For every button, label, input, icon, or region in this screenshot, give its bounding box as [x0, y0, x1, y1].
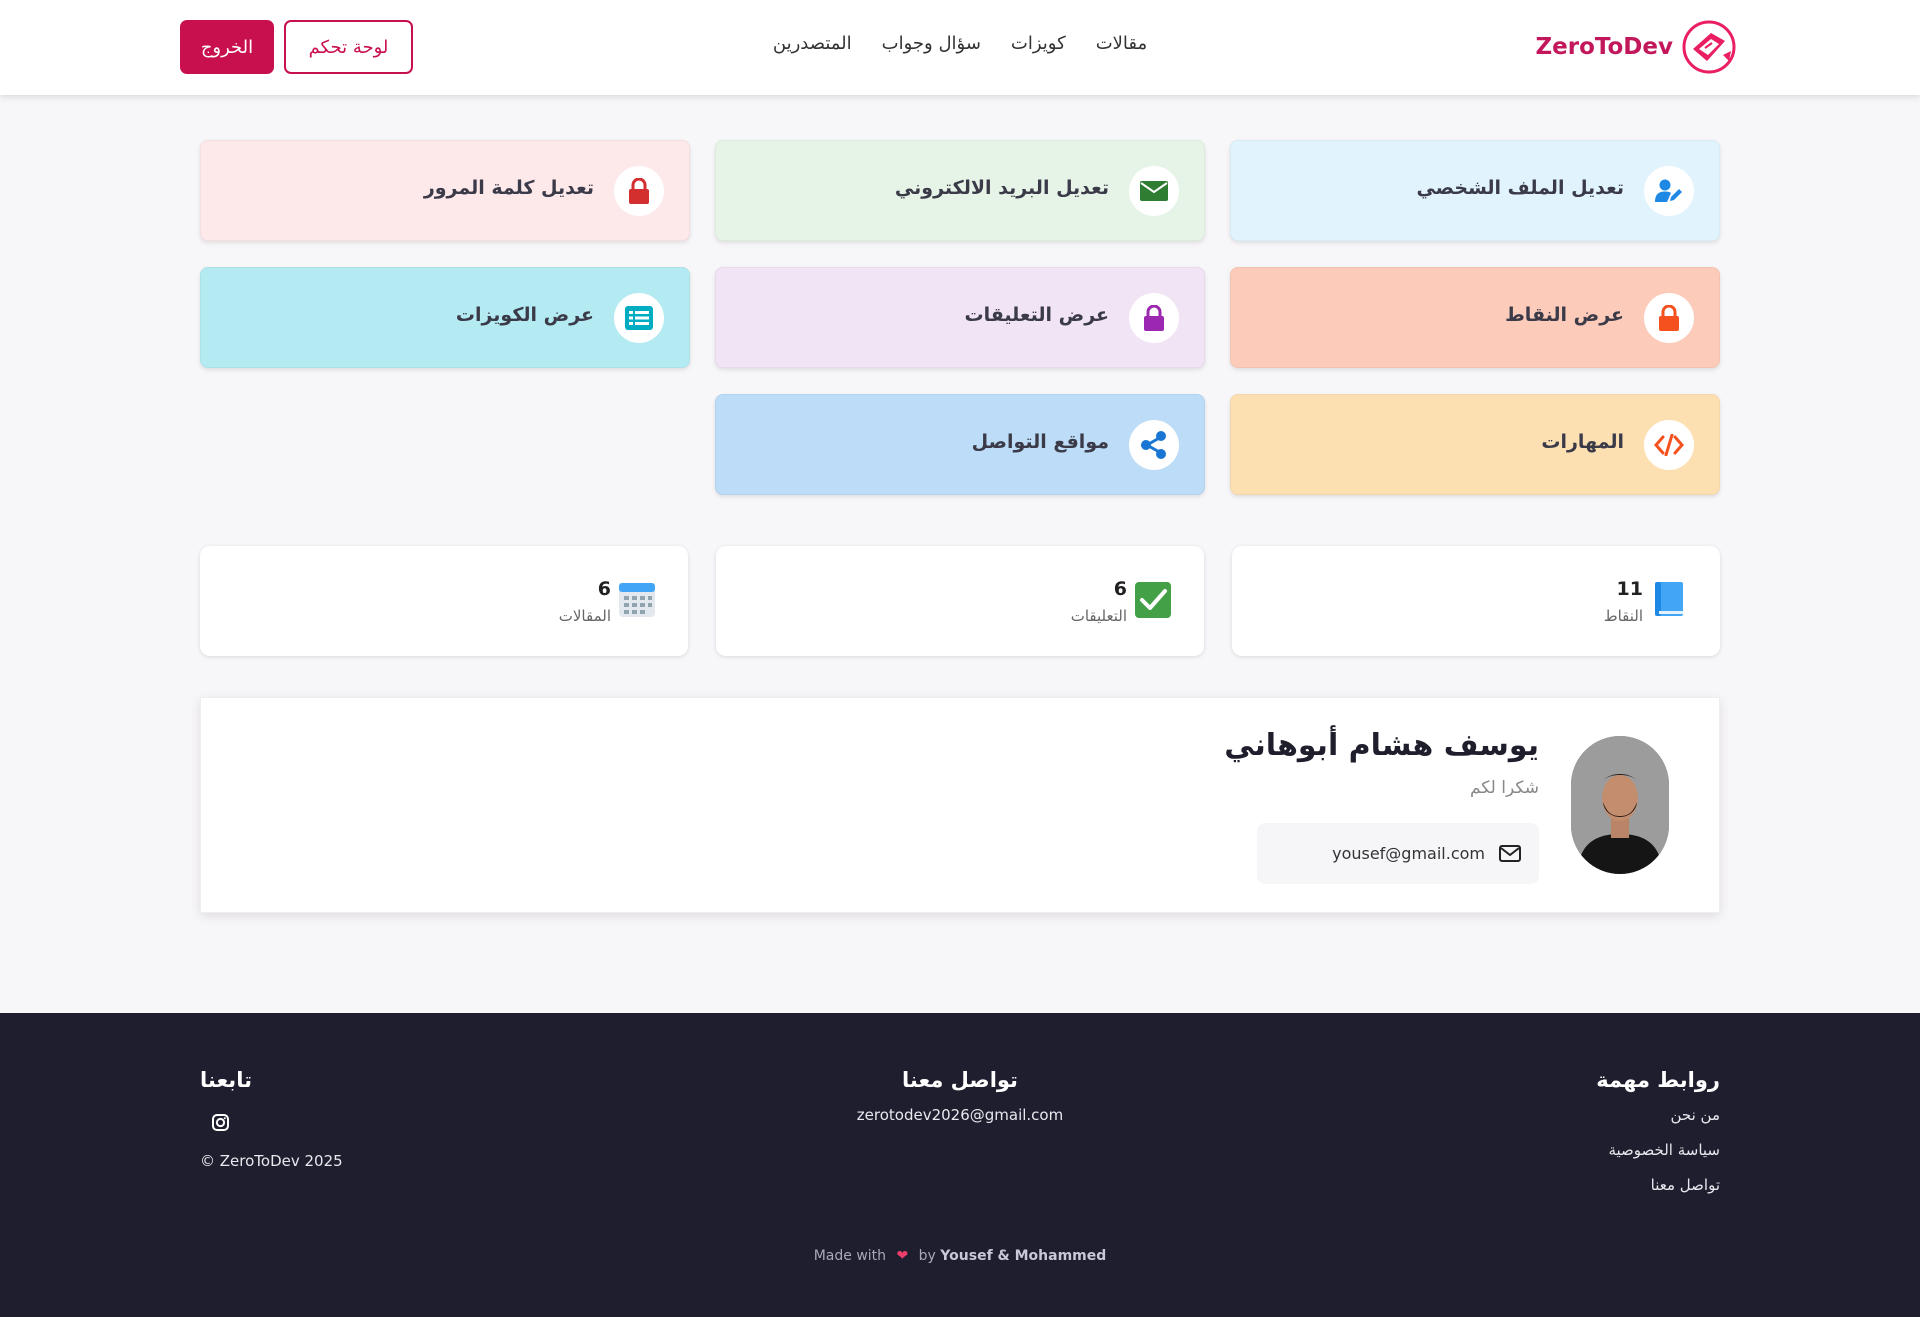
card-label: عرض النقاط [1505, 304, 1624, 326]
card-label: مواقع التواصل [971, 431, 1109, 453]
avatar [1571, 736, 1669, 874]
heart-icon: ❤ [896, 1248, 909, 1264]
check-icon [1135, 582, 1171, 618]
card-label: عرض الكويزات [455, 304, 594, 326]
nav-quizzes[interactable]: كويزات [1011, 33, 1066, 54]
card-icon-circle [1644, 420, 1694, 470]
code-icon [1654, 434, 1684, 456]
card-icon-circle [1129, 293, 1179, 343]
header: ZeroToDev مقالات كويزات سؤال وجواب المتص… [0, 0, 1920, 95]
stat-value: 6 [1113, 578, 1127, 600]
card-icon-circle [1644, 166, 1694, 216]
profile-email-text: yousef@gmail.com [1332, 844, 1485, 863]
card-skills[interactable]: المهارات [1230, 394, 1720, 495]
stat-label: التعليقات [1070, 607, 1127, 625]
share-icon [1141, 431, 1166, 459]
card-icon-circle [1129, 166, 1179, 216]
stat-points: 11 النقاط [1232, 546, 1720, 656]
made-with-text: Made with [813, 1248, 887, 1264]
profile-card: يوسف هشام أبوهاني شكرا لكم yousef@gmail.… [200, 697, 1720, 913]
card-icon-circle [614, 166, 664, 216]
dashboard-button[interactable]: لوحة تحكم [284, 20, 413, 74]
profile-subtitle: شكرا لكم [1469, 778, 1539, 798]
list-icon [625, 306, 653, 330]
card-label: عرض التعليقات [964, 304, 1109, 326]
nav-leaderboard[interactable]: المتصدرين [773, 33, 852, 54]
stat-articles: 6 المقالات [200, 546, 688, 656]
made-by-authors: Yousef & Mohammed [940, 1248, 1107, 1264]
made-by-prefix: by [918, 1248, 936, 1264]
footer-link-privacy[interactable]: سياسة الخصوصية [1596, 1141, 1720, 1159]
copyright: © ZeroToDev 2025 [200, 1152, 343, 1170]
footer-link-contact[interactable]: تواصل معنا [1596, 1176, 1720, 1194]
book-icon [1655, 582, 1683, 616]
card-icon-circle [1129, 420, 1179, 470]
stat-label: النقاط [1603, 607, 1643, 625]
stat-comments: 6 التعليقات [716, 546, 1204, 656]
card-label: تعديل الملف الشخصي [1416, 177, 1624, 199]
profile-email: yousef@gmail.com [1257, 823, 1539, 884]
profile-name: يوسف هشام أبوهاني [1224, 728, 1539, 763]
card-edit-email[interactable]: تعديل البريد الالكتروني [715, 140, 1205, 241]
card-label: تعديل البريد الالكتروني [894, 177, 1109, 199]
lock-icon [629, 178, 649, 204]
card-view-points[interactable]: عرض النقاط [1230, 267, 1720, 368]
stat-value: 6 [597, 578, 611, 600]
lock-icon [1144, 305, 1164, 331]
card-label: المهارات [1541, 431, 1624, 453]
nav-qa[interactable]: سؤال وجواب [882, 33, 981, 54]
calendar-icon [619, 583, 655, 617]
card-view-comments[interactable]: عرض التعليقات [715, 267, 1205, 368]
footer: روابط مهمة من نحن سياسة الخصوصية تواصل م… [0, 1013, 1920, 1317]
card-label: تعديل كلمة المرور [423, 177, 594, 199]
footer-follow-title: تابعنا [200, 1068, 252, 1092]
card-edit-password[interactable]: تعديل كلمة المرور [200, 140, 690, 241]
instagram-icon[interactable] [204, 1106, 236, 1138]
user-edit-icon [1655, 179, 1682, 202]
nav-articles[interactable]: مقالات [1096, 33, 1147, 54]
made-with: Made with ❤ by Yousef & Mohammed [0, 1248, 1920, 1264]
footer-follow: تابعنا © ZeroToDev 2025 [200, 1068, 343, 1170]
card-social-links[interactable]: مواقع التواصل [715, 394, 1205, 495]
card-icon-circle [614, 293, 664, 343]
envelope-icon [1140, 181, 1168, 201]
lock-icon [1659, 305, 1679, 331]
logout-button[interactable]: الخروج [180, 20, 274, 74]
stat-label: المقالات [558, 607, 611, 625]
card-icon-circle [1644, 293, 1694, 343]
stat-value: 11 [1616, 578, 1643, 600]
envelope-icon [1499, 845, 1521, 862]
card-view-quizzes[interactable]: عرض الكويزات [200, 267, 690, 368]
card-edit-profile[interactable]: تعديل الملف الشخصي [1230, 140, 1720, 241]
